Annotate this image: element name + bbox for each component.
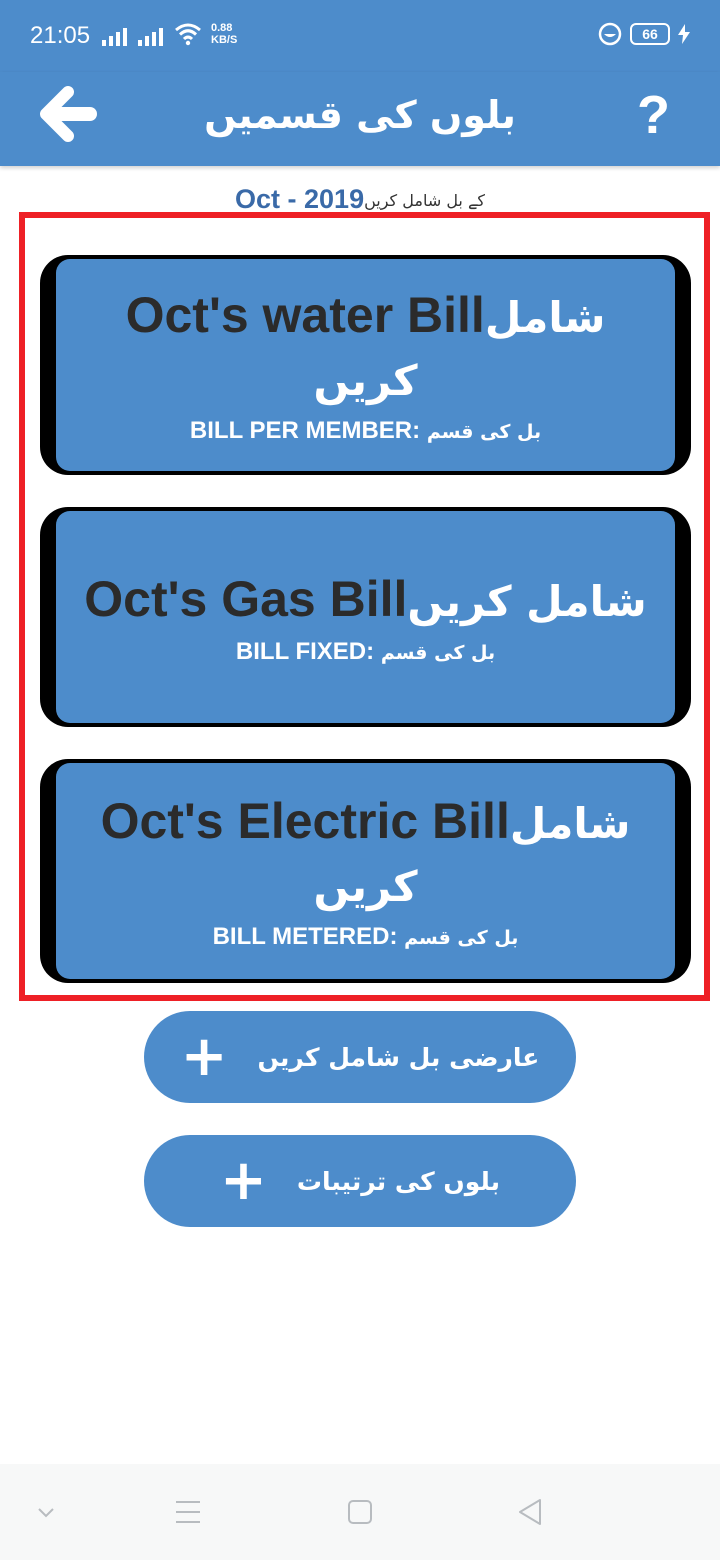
signal-icon-2: [138, 28, 163, 46]
bill-type-line: BILL FIXED: بل کی قسم: [236, 638, 495, 666]
bill-type-label: بل کی قسم: [404, 927, 519, 949]
bill-type-value: BILL FIXED:: [235, 637, 375, 665]
bill-card-title: Oct's water Billشامل کریں: [74, 285, 657, 411]
bill-type-line: BILL METERED: بل کی قسم: [213, 923, 519, 951]
bill-type-label: بل کی قسم: [380, 641, 496, 664]
bill-card-gas[interactable]: Oct's Gas Billشامل کریں BILL FIXED: بل ک…: [40, 507, 691, 727]
add-temporary-bill-label: عارضی بل شامل کریں: [257, 1042, 540, 1072]
period-subtitle: Oct - 2019کے بل شامل کریں: [0, 184, 720, 215]
back-arrow-icon[interactable]: [38, 84, 98, 144]
charging-icon: [678, 24, 690, 44]
menu-icon[interactable]: [168, 1492, 208, 1532]
bill-name: Oct's Electric Bill: [100, 793, 510, 849]
home-icon[interactable]: [340, 1492, 380, 1532]
bill-settings-button[interactable]: + بلوں کی ترتیبات: [144, 1135, 576, 1227]
chevron-down-icon[interactable]: [26, 1492, 66, 1532]
bill-card-title: Oct's Gas Billشامل کریں: [84, 569, 646, 632]
add-action-label: شامل کریں: [407, 576, 647, 626]
signal-icon: [102, 28, 127, 46]
period-label: Oct - 2019: [235, 184, 365, 214]
bill-type-label: بل کی قسم: [426, 421, 542, 443]
period-suffix: کے بل شامل کریں: [364, 191, 485, 210]
bill-type-value: BILL PER MEMBER:: [189, 417, 421, 444]
plus-icon: +: [180, 1024, 228, 1089]
bill-type-line: BILL PER MEMBER: بل کی قسم: [190, 417, 541, 445]
status-bar: 21:05 0.88 KB/S 66: [0, 0, 720, 72]
plus-icon: +: [219, 1148, 267, 1213]
status-time: 21:05: [30, 22, 91, 49]
bill-settings-label: بلوں کی ترتیبات: [296, 1166, 500, 1196]
battery-indicator: 66: [630, 23, 670, 45]
bill-name: Oct's water Bill: [125, 287, 485, 343]
bill-type-value: BILL METERED:: [212, 923, 398, 950]
bill-card-title: Oct's Electric Billشامل کریں: [74, 791, 657, 917]
bill-card-electric[interactable]: Oct's Electric Billشامل کریں BILL METERE…: [40, 759, 691, 983]
wifi-icon: [175, 23, 201, 46]
help-button[interactable]: ?: [637, 80, 670, 150]
app-bar: بلوں کی قسمیں ?: [0, 72, 720, 166]
back-icon[interactable]: [510, 1492, 550, 1532]
bill-name: Oct's Gas Bill: [84, 570, 408, 627]
system-nav-bar: [0, 1464, 720, 1560]
bill-type-list: Oct's water Billشامل کریں BILL PER MEMBE…: [19, 212, 710, 1001]
bill-card-water[interactable]: Oct's water Billشامل کریں BILL PER MEMBE…: [40, 255, 691, 475]
add-temporary-bill-button[interactable]: + عارضی بل شامل کریں: [144, 1011, 576, 1103]
page-title: بلوں کی قسمیں: [204, 93, 516, 137]
network-speed: 0.88 KB/S: [211, 22, 238, 46]
data-saver-icon: [598, 22, 622, 46]
